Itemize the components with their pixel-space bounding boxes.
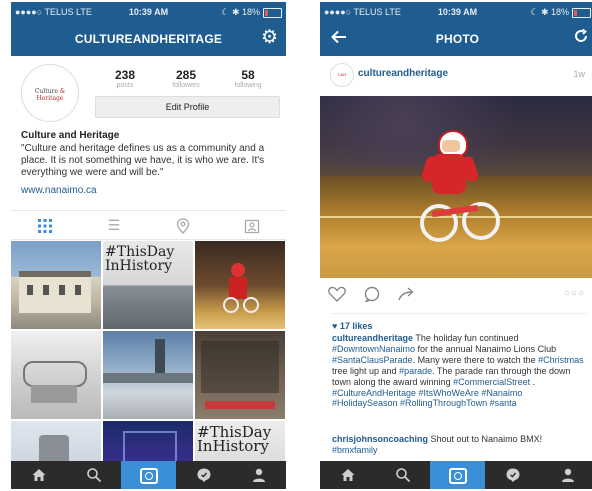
grid-photo[interactable] (11, 241, 101, 329)
bio-text: "Culture and heritage defines us as a co… (21, 143, 265, 178)
caption-text: . (530, 376, 536, 387)
battery-icon (263, 8, 282, 18)
profile-icon[interactable] (540, 461, 592, 489)
post-actions (328, 286, 427, 307)
stat-value: 238 (114, 68, 136, 82)
activity-icon[interactable] (485, 461, 540, 489)
hashtag[interactable]: #Christmas (538, 355, 584, 365)
hashtag[interactable]: #DowntownNanaimo (332, 344, 415, 354)
search-icon[interactable] (375, 461, 430, 489)
grid-view-icon[interactable] (11, 211, 79, 239)
gear-icon[interactable]: ⚙ (261, 28, 278, 48)
stat-label: followers (172, 82, 200, 89)
post-username[interactable]: cultureandheritage (358, 68, 448, 79)
search-icon[interactable] (66, 461, 121, 489)
caption-text: for the annual Nanaimo Lions Club (415, 343, 557, 354)
post-header: C&H cultureandheritage 1w (320, 60, 592, 90)
view-tabs: ☰ (11, 210, 286, 240)
tagged-photos-icon[interactable] (218, 211, 286, 239)
grid-photo[interactable]: #ThisDay InHistory (103, 241, 193, 329)
camera-icon[interactable] (430, 461, 485, 489)
battery-icon (572, 8, 591, 18)
stat-label: following (234, 82, 262, 89)
more-options-icon[interactable]: ○○○ (564, 288, 585, 299)
like-count[interactable]: ♥ 17 likes (332, 321, 372, 331)
profile-icon[interactable] (231, 461, 286, 489)
refresh-icon[interactable] (573, 28, 589, 49)
photo-screen: ●●●●○ TELUS LTE 10:39 AM ☾ ✱ 18% PHOTO C… (320, 2, 592, 489)
stat-label: posts (116, 82, 134, 89)
comment-text: Shout out to Nanaimo BMX! (428, 434, 543, 444)
hashtag[interactable]: #bmxfamily (332, 445, 378, 455)
camera-icon[interactable] (121, 461, 176, 489)
post-caption: cultureandheritage The holiday fun conti… (332, 333, 588, 409)
grid-photo[interactable] (195, 331, 285, 419)
battery-label: ☾ ✱ 18% (530, 7, 569, 17)
page-title: PHOTO (435, 32, 480, 46)
nav-bar: PHOTO (320, 22, 592, 56)
hashtag[interactable]: #CommercialStreet (453, 377, 530, 387)
stat-following[interactable]: 58 following (218, 68, 278, 89)
bottom-tab-bar (320, 461, 592, 489)
bottom-tab-bar (11, 461, 286, 489)
post-avatar[interactable]: C&H (330, 63, 354, 87)
comment-username[interactable]: chrisjohnsoncoaching (332, 434, 428, 444)
grid-caption: #ThisDay InHistory (197, 423, 272, 455)
list-view-icon[interactable]: ☰ (80, 211, 148, 239)
home-icon[interactable] (320, 461, 375, 489)
hashtag[interactable]: #SantaClausParade (332, 355, 413, 365)
caption-username[interactable]: cultureandheritage (332, 333, 413, 343)
hashtag-list[interactable]: #CultureAndHeritage #ItsWhoWeAre #Nanaim… (332, 388, 522, 409)
stat-value: 285 (175, 68, 197, 82)
activity-icon[interactable] (176, 461, 231, 489)
post-time: 1w (573, 69, 585, 79)
avatar[interactable]: Culture & Heritage (21, 64, 79, 122)
bio-name: Culture and Heritage (21, 130, 120, 141)
comment-icon[interactable] (363, 286, 386, 306)
avatar-text-a: Culture (34, 88, 58, 95)
comment: chrisjohnsoncoaching Shout out to Nanaim… (332, 434, 588, 456)
caption-text: tree light up and (332, 365, 400, 376)
page-title: CULTUREANDHERITAGE (74, 32, 223, 46)
bio-link[interactable]: www.nanaimo.ca (21, 185, 97, 196)
location-pin-icon[interactable] (149, 211, 217, 239)
share-icon[interactable] (397, 287, 415, 306)
status-bar: ●●●●○ TELUS LTE 10:39 AM ☾ ✱ 18% (11, 2, 286, 22)
nav-bar: CULTUREANDHERITAGE ⚙ (11, 22, 286, 56)
status-bar: ●●●●○ TELUS LTE 10:39 AM ☾ ✱ 18% (320, 2, 592, 22)
like-heart-icon[interactable] (328, 286, 351, 306)
profile-screen: ●●●●○ TELUS LTE 10:39 AM ☾ ✱ 18% CULTURE… (11, 2, 286, 489)
grid-photo[interactable] (103, 331, 193, 419)
caption-text: . Many were there to watch the (412, 354, 539, 365)
edit-profile-button[interactable]: Edit Profile (95, 96, 280, 118)
grid-caption: #ThisDay InHistory (105, 244, 175, 274)
divider (330, 313, 588, 314)
stat-posts[interactable]: 238 posts (95, 68, 155, 89)
stat-value: 58 (241, 68, 255, 82)
stat-followers[interactable]: 285 followers (156, 68, 216, 89)
grid-photo[interactable] (11, 331, 101, 419)
post-photo[interactable] (320, 96, 592, 278)
grid-photo[interactable] (195, 241, 285, 329)
battery-label: ☾ ✱ 18% (221, 7, 260, 17)
hashtag[interactable]: #parade (399, 366, 432, 376)
home-icon[interactable] (11, 461, 66, 489)
caption-text: The holiday fun continued (413, 333, 519, 343)
